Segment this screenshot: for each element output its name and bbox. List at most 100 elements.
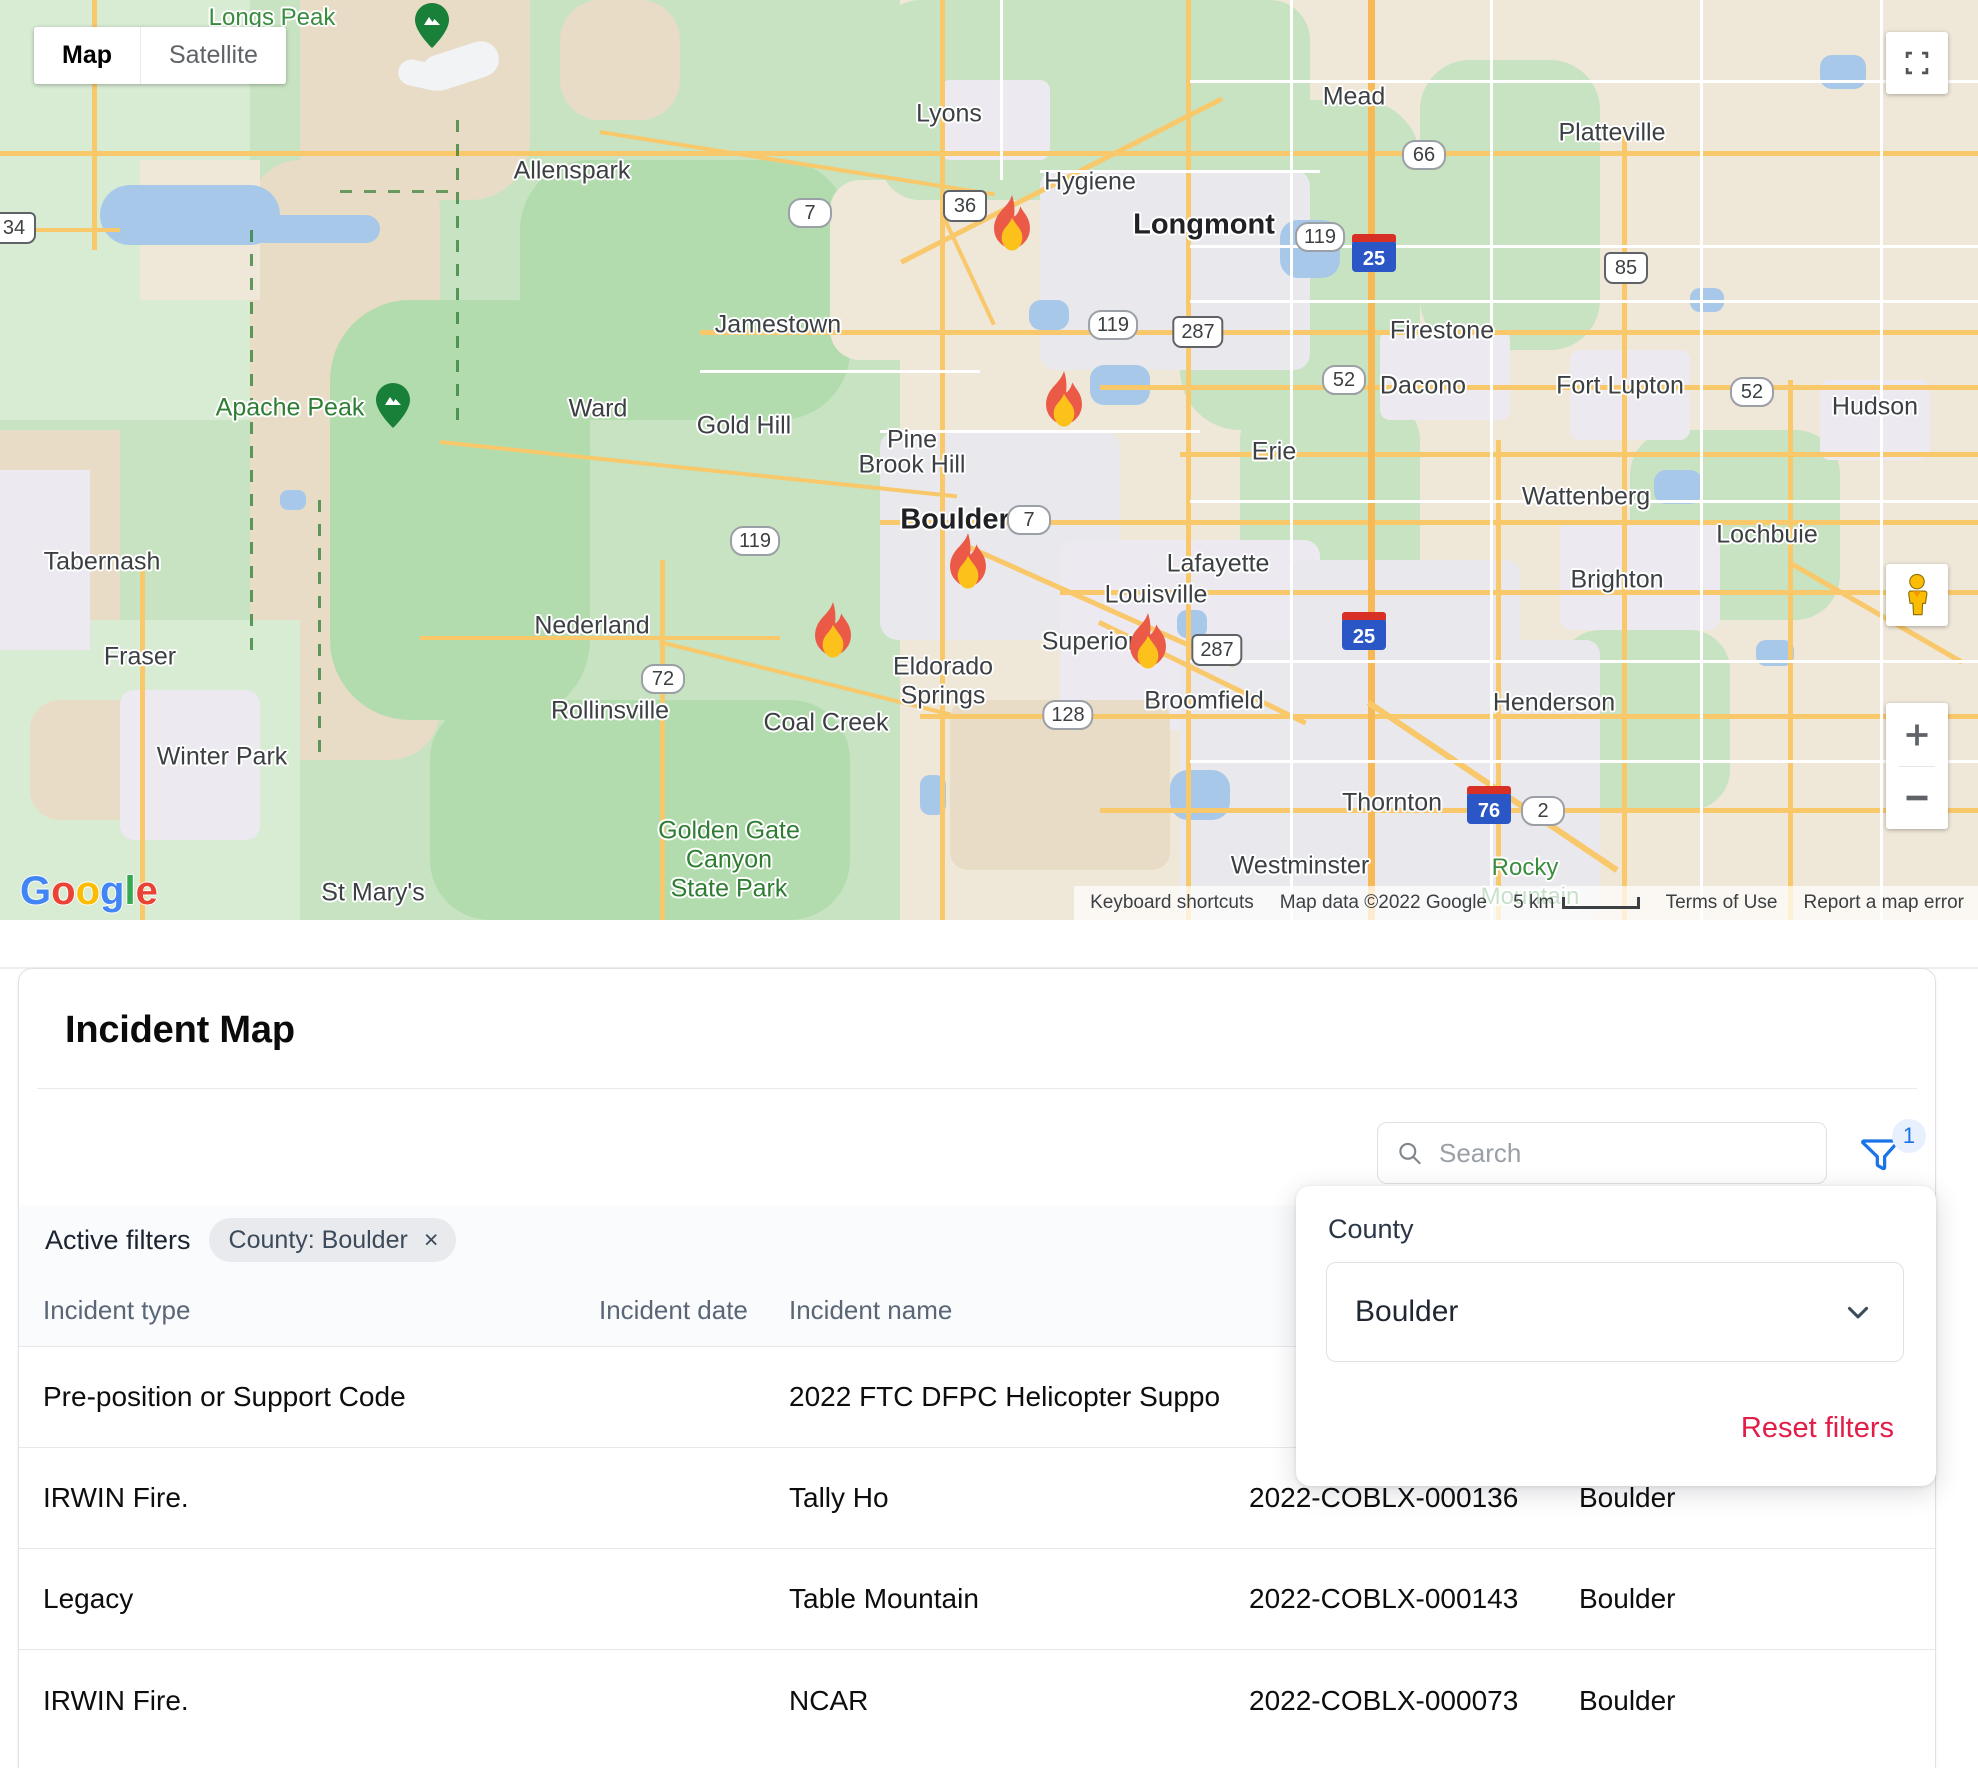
water-12: [280, 490, 306, 510]
local-road-5: [1190, 660, 1978, 663]
local-road-13: [1000, 0, 1003, 180]
local-road-3: [1190, 300, 1978, 303]
filter-chip-label: County: Boulder: [229, 1226, 408, 1255]
highway-shield: 287: [1191, 634, 1242, 666]
cell-incident-type: IRWIN Fire.: [19, 1482, 599, 1514]
highway-shield: 287: [1172, 316, 1223, 348]
highway-shield: 34: [0, 212, 36, 244]
fire-marker-north-boulder[interactable]: [1031, 369, 1097, 443]
road-v4: [1622, 130, 1627, 920]
page-title: Incident Map: [65, 1009, 295, 1052]
map-type-switch[interactable]: Map Satellite: [34, 27, 286, 84]
highway-shield: 25: [1342, 618, 1386, 650]
highway-shield: 72: [641, 664, 685, 694]
cell-incident-type: Pre-position or Support Code: [19, 1381, 599, 1413]
map-type-satellite-button[interactable]: Satellite: [140, 27, 286, 84]
map-scale: 5 km: [1513, 892, 1639, 914]
fullscreen-icon[interactable]: [1886, 32, 1948, 94]
fire-marker-boulder[interactable]: [935, 531, 1001, 605]
county-select-value: Boulder: [1355, 1295, 1458, 1329]
map-tiles[interactable]: Longs PeakAllensparkLyonsHygieneLongmont…: [0, 0, 1978, 920]
road-v1: [940, 0, 945, 920]
fire-marker-eldorado[interactable]: [800, 600, 866, 674]
highway-shield: 52: [1322, 365, 1366, 395]
close-icon[interactable]: ×: [424, 1228, 439, 1253]
highway-shield: 7: [788, 198, 832, 228]
fire-marker-hygiene[interactable]: [979, 193, 1045, 267]
map-scale-bar: [1562, 897, 1640, 909]
county-select[interactable]: Boulder: [1326, 1262, 1904, 1362]
terrain-forest-e2: [1420, 60, 1600, 350]
google-logo[interactable]: Google: [20, 869, 158, 905]
cell-incident-code: 2022-COBLX-000143: [1249, 1583, 1579, 1615]
minus-icon: [1903, 793, 1931, 803]
terms-of-use-link[interactable]: Terms of Use: [1666, 892, 1778, 914]
column-header-incident-name[interactable]: Incident name: [789, 1295, 1249, 1326]
trail-1: [250, 230, 253, 650]
active-filters-label: Active filters: [45, 1225, 191, 1256]
table-row[interactable]: IRWIN Fire. NCAR 2022-COBLX-000073 Bould…: [19, 1650, 1936, 1751]
local-road-14: [700, 370, 980, 373]
highway-shield: 119: [1088, 310, 1138, 340]
cell-incident-name: Table Mountain: [789, 1583, 1249, 1615]
cell-incident-code: 2022-COBLX-000073: [1249, 1685, 1579, 1717]
urban-tabernash: [0, 470, 90, 650]
highway-shield: 128: [1042, 700, 1093, 730]
water-5: [1029, 300, 1069, 330]
cell-incident-name: 2022 FTC DFPC Helicopter Suppo: [789, 1381, 1249, 1413]
zoom-out-button[interactable]: [1886, 766, 1948, 829]
road-v6: [1788, 380, 1793, 920]
search-input[interactable]: [1437, 1137, 1808, 1170]
road-v7: [660, 560, 665, 920]
fullscreen-glyph: [1902, 48, 1932, 78]
road-h1: [0, 151, 1978, 156]
filter-chip-county[interactable]: County: Boulder ×: [209, 1218, 457, 1262]
county-field-label: County: [1328, 1214, 1414, 1245]
local-road-6: [1190, 760, 1978, 763]
column-header-incident-type[interactable]: Incident type: [19, 1295, 599, 1326]
keyboard-shortcuts-link[interactable]: Keyboard shortcuts: [1090, 892, 1254, 914]
search-box[interactable]: [1377, 1122, 1827, 1184]
urban-brighton: [1290, 560, 1520, 690]
longs-peak-pin[interactable]: [415, 3, 449, 48]
highway-shield: 7: [1007, 505, 1051, 535]
apache-peak-pin[interactable]: [376, 383, 410, 428]
road-h4: [1180, 452, 1978, 457]
local-road-1: [1190, 80, 1978, 83]
urban-fort-lupton: [1570, 350, 1690, 440]
zoom-controls[interactable]: [1886, 703, 1948, 829]
cell-county: Boulder: [1579, 1482, 1879, 1514]
water-3: [1820, 55, 1866, 89]
street-view-pegman-icon[interactable]: [1886, 564, 1948, 626]
highway-shield: 85: [1604, 252, 1648, 284]
local-road-11: [1040, 170, 1320, 173]
column-header-incident-date[interactable]: Incident date: [599, 1295, 789, 1326]
highway-shield: 76: [1467, 792, 1511, 824]
trail-2: [456, 120, 459, 420]
table-row[interactable]: Legacy Table Mountain 2022-COBLX-000143 …: [19, 1549, 1936, 1650]
map-data-text: Map data ©2022 Google: [1280, 892, 1487, 914]
search-icon: [1396, 1138, 1423, 1168]
highway-shield: 25: [1352, 240, 1396, 272]
zoom-in-button[interactable]: [1886, 703, 1948, 766]
highway-shield: 52: [1730, 377, 1774, 407]
cell-incident-name: NCAR: [789, 1685, 1249, 1717]
cell-incident-type: Legacy: [19, 1583, 599, 1615]
report-map-error-link[interactable]: Report a map error: [1803, 892, 1964, 914]
road-i25: [1368, 0, 1375, 920]
local-road-8: [1700, 0, 1703, 920]
terrain-alpine-4: [560, 0, 680, 120]
pegman-glyph: [1898, 573, 1936, 617]
zoom-separator: [1899, 766, 1935, 767]
cell-county: Boulder: [1579, 1583, 1879, 1615]
reset-filters-button[interactable]: Reset filters: [1735, 1411, 1900, 1446]
cell-incident-code: 2022-COBLX-000136: [1249, 1482, 1579, 1514]
fire-marker-superior[interactable]: [1115, 611, 1181, 685]
road-h9: [420, 636, 780, 640]
cell-county: Boulder: [1579, 1685, 1879, 1717]
filter-count-badge: 1: [1892, 1119, 1926, 1153]
highway-shield: 66: [1402, 140, 1446, 170]
plus-icon: [1903, 721, 1931, 749]
map-type-map-button[interactable]: Map: [34, 27, 140, 84]
incident-map-canvas[interactable]: Longs PeakAllensparkLyonsHygieneLongmont…: [0, 0, 1978, 920]
